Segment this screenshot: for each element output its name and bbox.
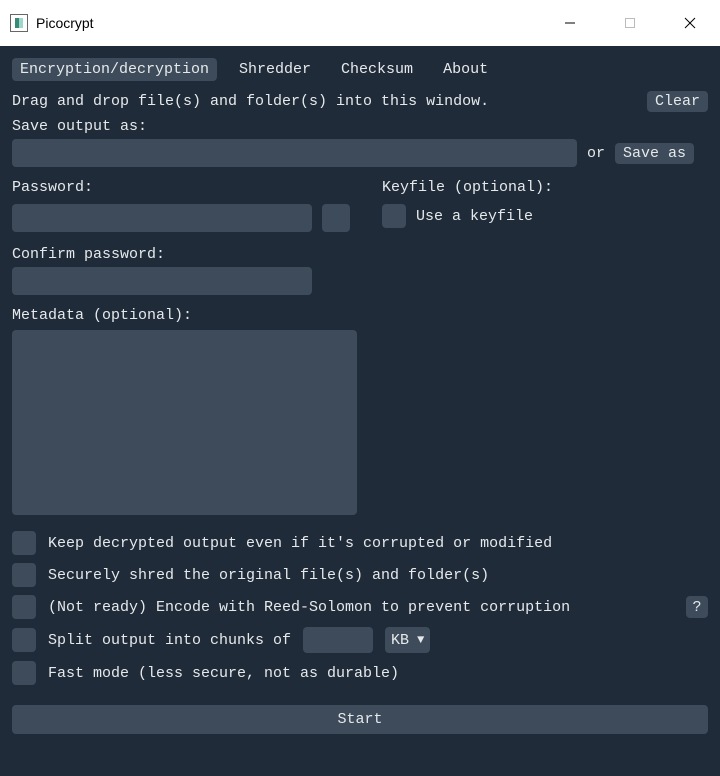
tab-about[interactable]: About (435, 58, 496, 81)
output-row: or Save as (12, 139, 708, 167)
close-button[interactable] (660, 0, 720, 46)
reed-solomon-help-button[interactable]: ? (686, 596, 708, 618)
password-visibility-toggle[interactable] (322, 204, 350, 232)
fast-mode-label: Fast mode (less secure, not as durable) (48, 665, 399, 682)
app-icon (10, 14, 28, 32)
use-keyfile-checkbox[interactable] (382, 204, 406, 228)
keep-corrupted-label: Keep decrypted output even if it's corru… (48, 535, 552, 552)
option-keep-corrupted: Keep decrypted output even if it's corru… (12, 531, 708, 555)
fast-mode-checkbox[interactable] (12, 661, 36, 685)
window-controls (540, 0, 720, 46)
password-label: Password: (12, 179, 382, 196)
confirm-password-label: Confirm password: (12, 246, 708, 263)
password-keyfile-input-row: Use a keyfile (12, 204, 708, 242)
shred-label: Securely shred the original file(s) and … (48, 567, 489, 584)
hint-row: Drag and drop file(s) and folder(s) into… (12, 91, 708, 112)
reed-solomon-checkbox[interactable] (12, 595, 36, 619)
keyfile-label: Keyfile (optional): (382, 179, 708, 196)
chunk-size-input[interactable] (303, 627, 373, 653)
keep-corrupted-checkbox[interactable] (12, 531, 36, 555)
confirm-password-input[interactable] (12, 267, 312, 295)
use-keyfile-label: Use a keyfile (416, 208, 533, 225)
tabbar: Encryption/decryption Shredder Checksum … (12, 58, 708, 81)
option-reed-solomon: (Not ready) Encode with Reed-Solomon to … (12, 595, 708, 619)
option-shred: Securely shred the original file(s) and … (12, 563, 708, 587)
titlebar: Picocrypt (0, 0, 720, 46)
save-as-button[interactable]: Save as (615, 143, 694, 164)
tab-shredder[interactable]: Shredder (231, 58, 319, 81)
keyfile-column: Keyfile (optional): (382, 179, 708, 200)
or-text: or (587, 145, 605, 162)
app-body: Encryption/decryption Shredder Checksum … (0, 46, 720, 776)
password-input[interactable] (12, 204, 312, 232)
window-title: Picocrypt (36, 15, 94, 31)
option-split: Split output into chunks of KB ▼ (12, 627, 708, 653)
metadata-textarea[interactable] (12, 330, 357, 515)
split-label: Split output into chunks of (48, 632, 291, 649)
shred-checkbox[interactable] (12, 563, 36, 587)
metadata-label: Metadata (optional): (12, 307, 708, 324)
split-checkbox[interactable] (12, 628, 36, 652)
chunk-unit-value: KB (391, 632, 409, 649)
titlebar-left: Picocrypt (10, 14, 94, 32)
tab-encryption[interactable]: Encryption/decryption (12, 58, 217, 81)
maximize-button (600, 0, 660, 46)
password-keyfile-row: Password: Keyfile (optional): (12, 179, 708, 200)
option-fast: Fast mode (less secure, not as durable) (12, 661, 708, 685)
reed-solomon-label: (Not ready) Encode with Reed-Solomon to … (48, 599, 570, 616)
start-button[interactable]: Start (12, 705, 708, 734)
drop-hint: Drag and drop file(s) and folder(s) into… (12, 93, 637, 110)
chunk-unit-select[interactable]: KB ▼ (385, 627, 430, 653)
tab-checksum[interactable]: Checksum (333, 58, 421, 81)
save-output-label: Save output as: (12, 118, 708, 135)
password-column: Password: (12, 179, 382, 200)
output-path-input[interactable] (12, 139, 577, 167)
minimize-button[interactable] (540, 0, 600, 46)
chevron-down-icon: ▼ (417, 633, 424, 647)
clear-button[interactable]: Clear (647, 91, 708, 112)
